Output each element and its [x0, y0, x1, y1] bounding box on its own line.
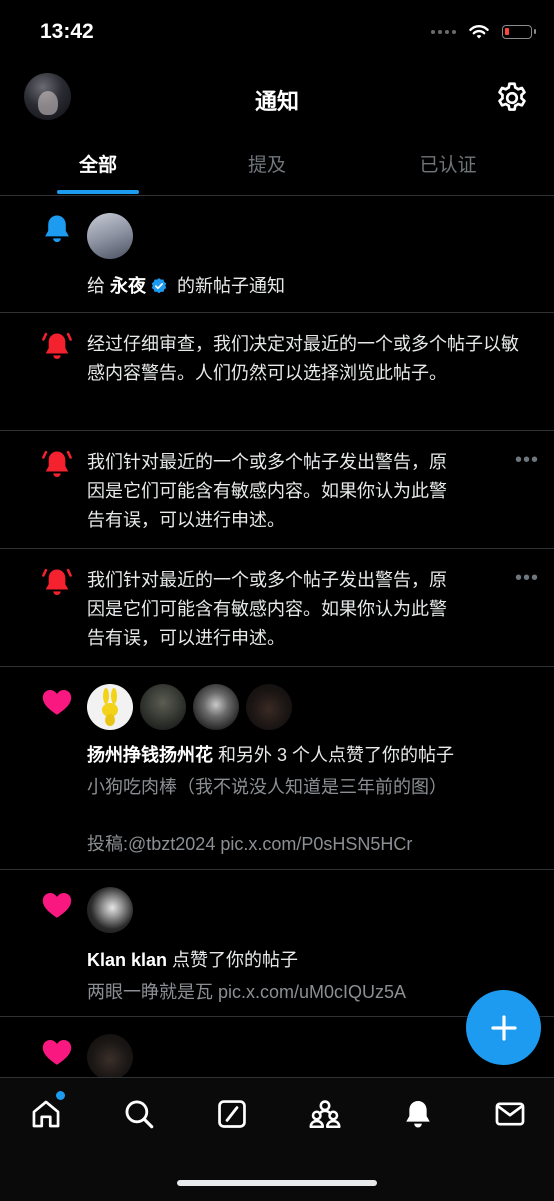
grok-icon [218, 1100, 246, 1128]
alert-bell-icon [42, 568, 72, 596]
notification-item[interactable]: Klan klan 点赞了你的帖子 两眼一睁就是瓦 pic.x.com/uM0c… [0, 870, 554, 1016]
username[interactable]: 扬州挣钱扬州花 [87, 745, 213, 765]
user-avatar[interactable] [87, 887, 133, 933]
settings-gear-icon[interactable] [494, 80, 530, 116]
liked-post-text: 投稿:@tbzt2024 pic.x.com/P0sHSN5HCr [87, 834, 413, 854]
user-avatar[interactable] [193, 684, 239, 730]
nav-grok[interactable] [212, 1094, 252, 1134]
home-indicator [177, 1180, 377, 1186]
nav-notifications[interactable] [398, 1094, 438, 1134]
user-avatar[interactable] [87, 684, 133, 730]
page-title: 通知 [254, 89, 299, 114]
alert-bell-icon [42, 332, 72, 360]
plus-icon [490, 1014, 517, 1041]
wifi-icon [469, 25, 489, 39]
heart-icon [42, 892, 72, 918]
nav-home[interactable] [26, 1091, 66, 1134]
messages-icon [495, 1102, 525, 1126]
compose-post-button[interactable] [466, 990, 541, 1065]
unread-dot [56, 1091, 65, 1100]
liked-post-text: 两眼一睁就是瓦 pic.x.com/uM0cIQUz5A [87, 982, 407, 1002]
notification-item[interactable]: 扬州挣钱扬州花 和另外 3 个人点赞了你的帖子 小狗吃肉棒（我不说没人知道是三年… [0, 667, 554, 869]
home-icon [32, 1100, 60, 1128]
tab-active-indicator [57, 190, 139, 194]
username[interactable]: 永夜 [110, 276, 146, 296]
username[interactable]: Klan klan [87, 950, 167, 970]
notification-text: 我们针对最近的一个或多个帖子发出警告，原因是它们可能含有敏感内容。如果你认为此警… [87, 570, 447, 648]
heart-icon [42, 1039, 72, 1065]
battery-icon [502, 25, 536, 39]
notification-text: 扬州挣钱扬州花 和另外 3 个人点赞了你的帖子 [87, 745, 455, 765]
notifications-icon [406, 1100, 430, 1128]
nav-communities[interactable] [305, 1094, 345, 1134]
communities-icon [309, 1100, 341, 1129]
nav-messages[interactable] [490, 1094, 530, 1134]
liked-post-text: 小狗吃肉棒（我不说没人知道是三年前的图） [87, 777, 447, 797]
notification-item[interactable]: 经过仔细审查，我们决定对最近的一个或多个帖子以敏感内容警告。人们仍然可以选择浏览… [0, 313, 554, 430]
verified-badge-icon [151, 278, 167, 294]
status-time: 13:42 [40, 20, 94, 43]
signal-icon [431, 30, 456, 34]
more-options-icon[interactable]: ••• [515, 449, 539, 472]
user-avatar[interactable] [140, 684, 186, 730]
tab-mentions[interactable]: 提及 [226, 150, 308, 177]
nav-search[interactable] [119, 1094, 159, 1134]
more-options-icon[interactable]: ••• [515, 567, 539, 590]
user-avatar[interactable] [87, 1034, 133, 1077]
heart-icon [42, 689, 72, 715]
notification-text: Klan klan 点赞了你的帖子 [87, 950, 299, 970]
tab-all[interactable]: 全部 [57, 150, 139, 177]
alert-bell-icon [42, 450, 72, 478]
search-icon [125, 1100, 154, 1129]
notification-text: 给 永夜 的新帖子通知 [87, 276, 286, 296]
status-icons [431, 24, 536, 40]
notification-item[interactable]: 我们针对最近的一个或多个帖子发出警告，原因是它们可能含有敏感内容。如果你认为此警… [0, 549, 554, 666]
user-avatar[interactable] [246, 684, 292, 730]
notification-text: 经过仔细审查，我们决定对最近的一个或多个帖子以敏感内容警告。人们仍然可以选择浏览… [87, 334, 519, 383]
notification-item[interactable]: 给 永夜 的新帖子通知 [0, 196, 554, 312]
bell-icon [45, 215, 69, 243]
notification-text: 我们针对最近的一个或多个帖子发出警告，原因是它们可能含有敏感内容。如果你认为此警… [87, 452, 447, 530]
user-avatar[interactable] [87, 213, 133, 259]
yellow-rabbit-icon [102, 688, 118, 726]
tab-verified[interactable]: 已认证 [398, 150, 498, 177]
notification-item[interactable]: 我们针对最近的一个或多个帖子发出警告，原因是它们可能含有敏感内容。如果你认为此警… [0, 431, 554, 548]
